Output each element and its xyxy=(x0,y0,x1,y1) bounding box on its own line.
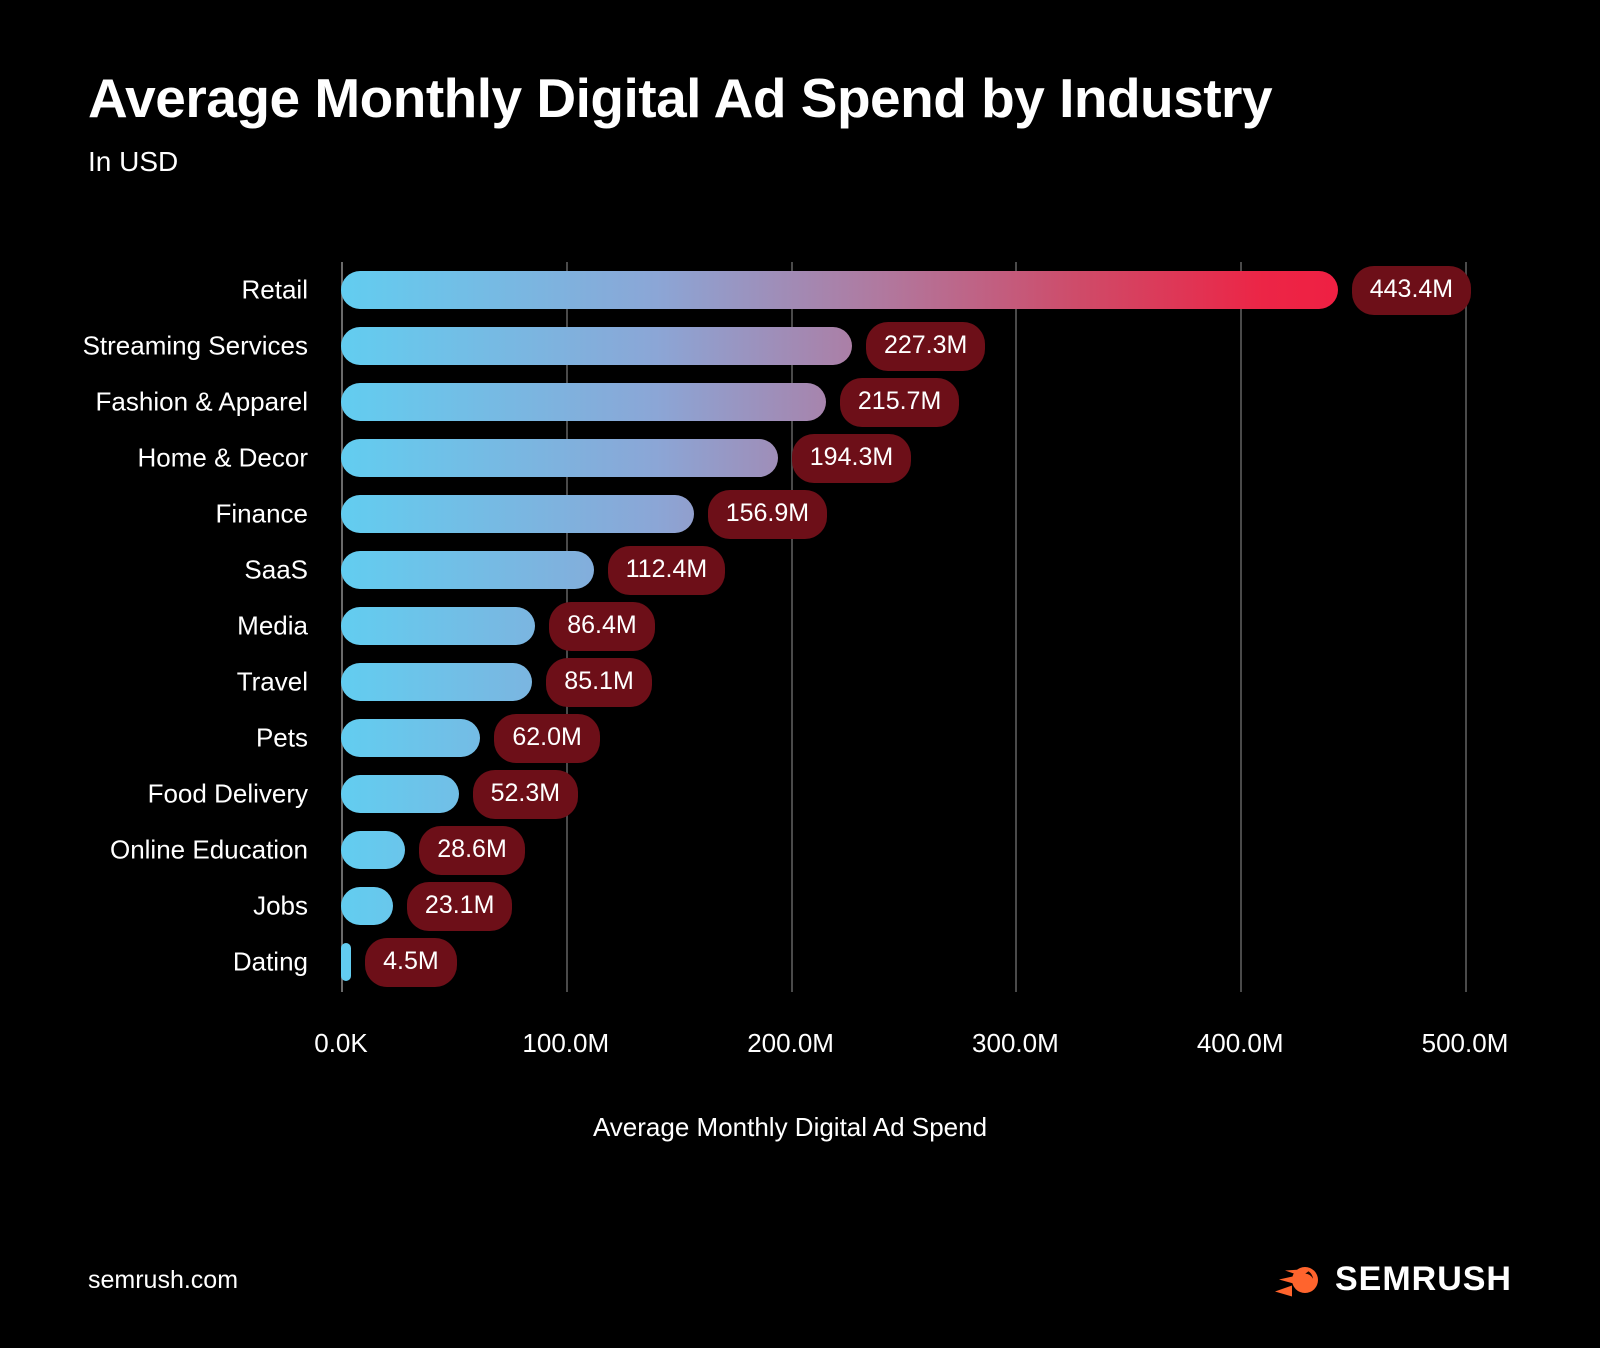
bar-category-label: Streaming Services xyxy=(82,330,308,361)
bar-with-value: 112.4M xyxy=(341,545,726,595)
chart-bar-row: Finance 156.9M xyxy=(0,486,1600,542)
x-axis-tick-label: 0.0K xyxy=(314,1028,368,1058)
bar-value-badge: 85.1M xyxy=(546,657,652,707)
x-axis-tick-label: 300.0M xyxy=(972,1028,1059,1058)
bar-category-label: Retail xyxy=(241,274,308,305)
x-axis-tick-label: 100.0M xyxy=(522,1028,610,1058)
bar[interactable] xyxy=(341,327,852,365)
bar-value-badge: 156.9M xyxy=(707,489,828,539)
x-axis-tick-labels: 0.0K 100.0M 200.0M 300.0M 400.0M 500.0M xyxy=(0,1028,1600,1068)
bar-value-badge: 215.7M xyxy=(839,377,960,427)
bar-with-value: 443.4M xyxy=(341,265,1472,315)
chart-bar-row: Food Delivery 52.3M xyxy=(0,766,1600,822)
chart-bar-row: Online Education 28.6M xyxy=(0,822,1600,878)
x-axis-title: Average Monthly Digital Ad Spend xyxy=(0,1112,1600,1143)
bar-with-value: 4.5M xyxy=(341,937,457,987)
bar-value-badge: 23.1M xyxy=(406,881,513,931)
bar[interactable] xyxy=(341,831,406,869)
chart-bar-row: Home & Decor 194.3M xyxy=(0,430,1600,486)
bar-category-label: Travel xyxy=(236,666,308,697)
chart-bar-row: Fashion & Apparel 215.7M xyxy=(0,374,1600,430)
bar[interactable] xyxy=(341,719,481,757)
bar[interactable] xyxy=(341,943,352,981)
bar-with-value: 52.3M xyxy=(341,769,579,819)
bar-with-value: 227.3M xyxy=(341,321,986,371)
bar-category-label: Dating xyxy=(232,946,308,977)
bar[interactable] xyxy=(341,439,778,477)
chart-bar-row: Dating 4.5M xyxy=(0,934,1600,990)
footer-url[interactable]: semrush.com xyxy=(88,1266,238,1295)
chart-plot-area: Retail 443.4M Streaming Services 227.3M Fash… xyxy=(0,0,1600,1348)
bar-value-badge: 28.6M xyxy=(419,825,525,875)
x-axis-tick-label: 500.0M xyxy=(1421,1028,1509,1058)
bar[interactable] xyxy=(341,887,393,925)
chart-bar-row: Jobs 23.1M xyxy=(0,878,1600,934)
bar-with-value: 85.1M xyxy=(341,657,652,707)
semrush-comet-icon xyxy=(1274,1267,1318,1297)
bar-with-value: 215.7M xyxy=(341,377,960,427)
chart-bar-rows: Retail 443.4M Streaming Services 227.3M Fash… xyxy=(0,262,1600,990)
bar-value-badge: 52.3M xyxy=(472,769,579,819)
bar-category-label: Finance xyxy=(215,498,309,529)
chart-bar-row: Retail 443.4M xyxy=(0,262,1600,318)
bar-value-badge: 62.0M xyxy=(494,713,600,763)
chart-bar-row: Travel 85.1M xyxy=(0,654,1600,710)
bar[interactable] xyxy=(341,551,594,589)
x-axis-title-text: Average Monthly Digital Ad Spend xyxy=(592,1112,988,1142)
bar-with-value: 62.0M xyxy=(341,713,600,763)
bar-with-value: 156.9M xyxy=(341,489,828,539)
bar-with-value: 28.6M xyxy=(341,825,525,875)
bar-category-label: SaaS xyxy=(244,554,308,585)
bar[interactable] xyxy=(341,607,536,645)
bar-value-badge: 112.4M xyxy=(607,545,726,595)
bar-with-value: 194.3M xyxy=(341,433,912,483)
bar-with-value: 23.1M xyxy=(341,881,513,931)
bar-category-label: Online Education xyxy=(109,834,308,865)
chart-bar-row: SaaS 112.4M xyxy=(0,542,1600,598)
bar-value-badge: 227.3M xyxy=(865,321,986,371)
bar-category-label: Fashion & Apparel xyxy=(95,386,308,417)
footer: semrush.com SEMRUSH xyxy=(0,1258,1600,1318)
bar-value-badge: 194.3M xyxy=(791,433,912,483)
brand-name: SEMRUSH xyxy=(1334,1259,1512,1298)
bar-category-label: Jobs xyxy=(253,890,308,921)
bar-category-label: Media xyxy=(237,610,308,641)
bar-with-value: 86.4M xyxy=(341,601,655,651)
bar[interactable] xyxy=(341,775,459,813)
bar-value-badge: 86.4M xyxy=(549,601,655,651)
chart-bar-row: Media 86.4M xyxy=(0,598,1600,654)
brand-logo: SEMRUSH xyxy=(1274,1258,1512,1300)
x-axis-tick-label: 200.0M xyxy=(747,1028,834,1058)
bar-category-label: Pets xyxy=(255,722,308,753)
chart-bar-row: Pets 62.0M xyxy=(0,710,1600,766)
chart-bar-row: Streaming Services 227.3M xyxy=(0,318,1600,374)
bar-category-label: Home & Decor xyxy=(137,442,309,473)
bar[interactable] xyxy=(341,663,533,701)
bar-value-badge: 443.4M xyxy=(1351,265,1472,315)
bar-value-badge: 4.5M xyxy=(365,937,457,987)
bar[interactable] xyxy=(341,271,1338,309)
bar-category-label: Food Delivery xyxy=(147,778,308,809)
x-axis-tick-label: 400.0M xyxy=(1196,1028,1284,1058)
bar[interactable] xyxy=(341,383,826,421)
bar[interactable] xyxy=(341,495,694,533)
